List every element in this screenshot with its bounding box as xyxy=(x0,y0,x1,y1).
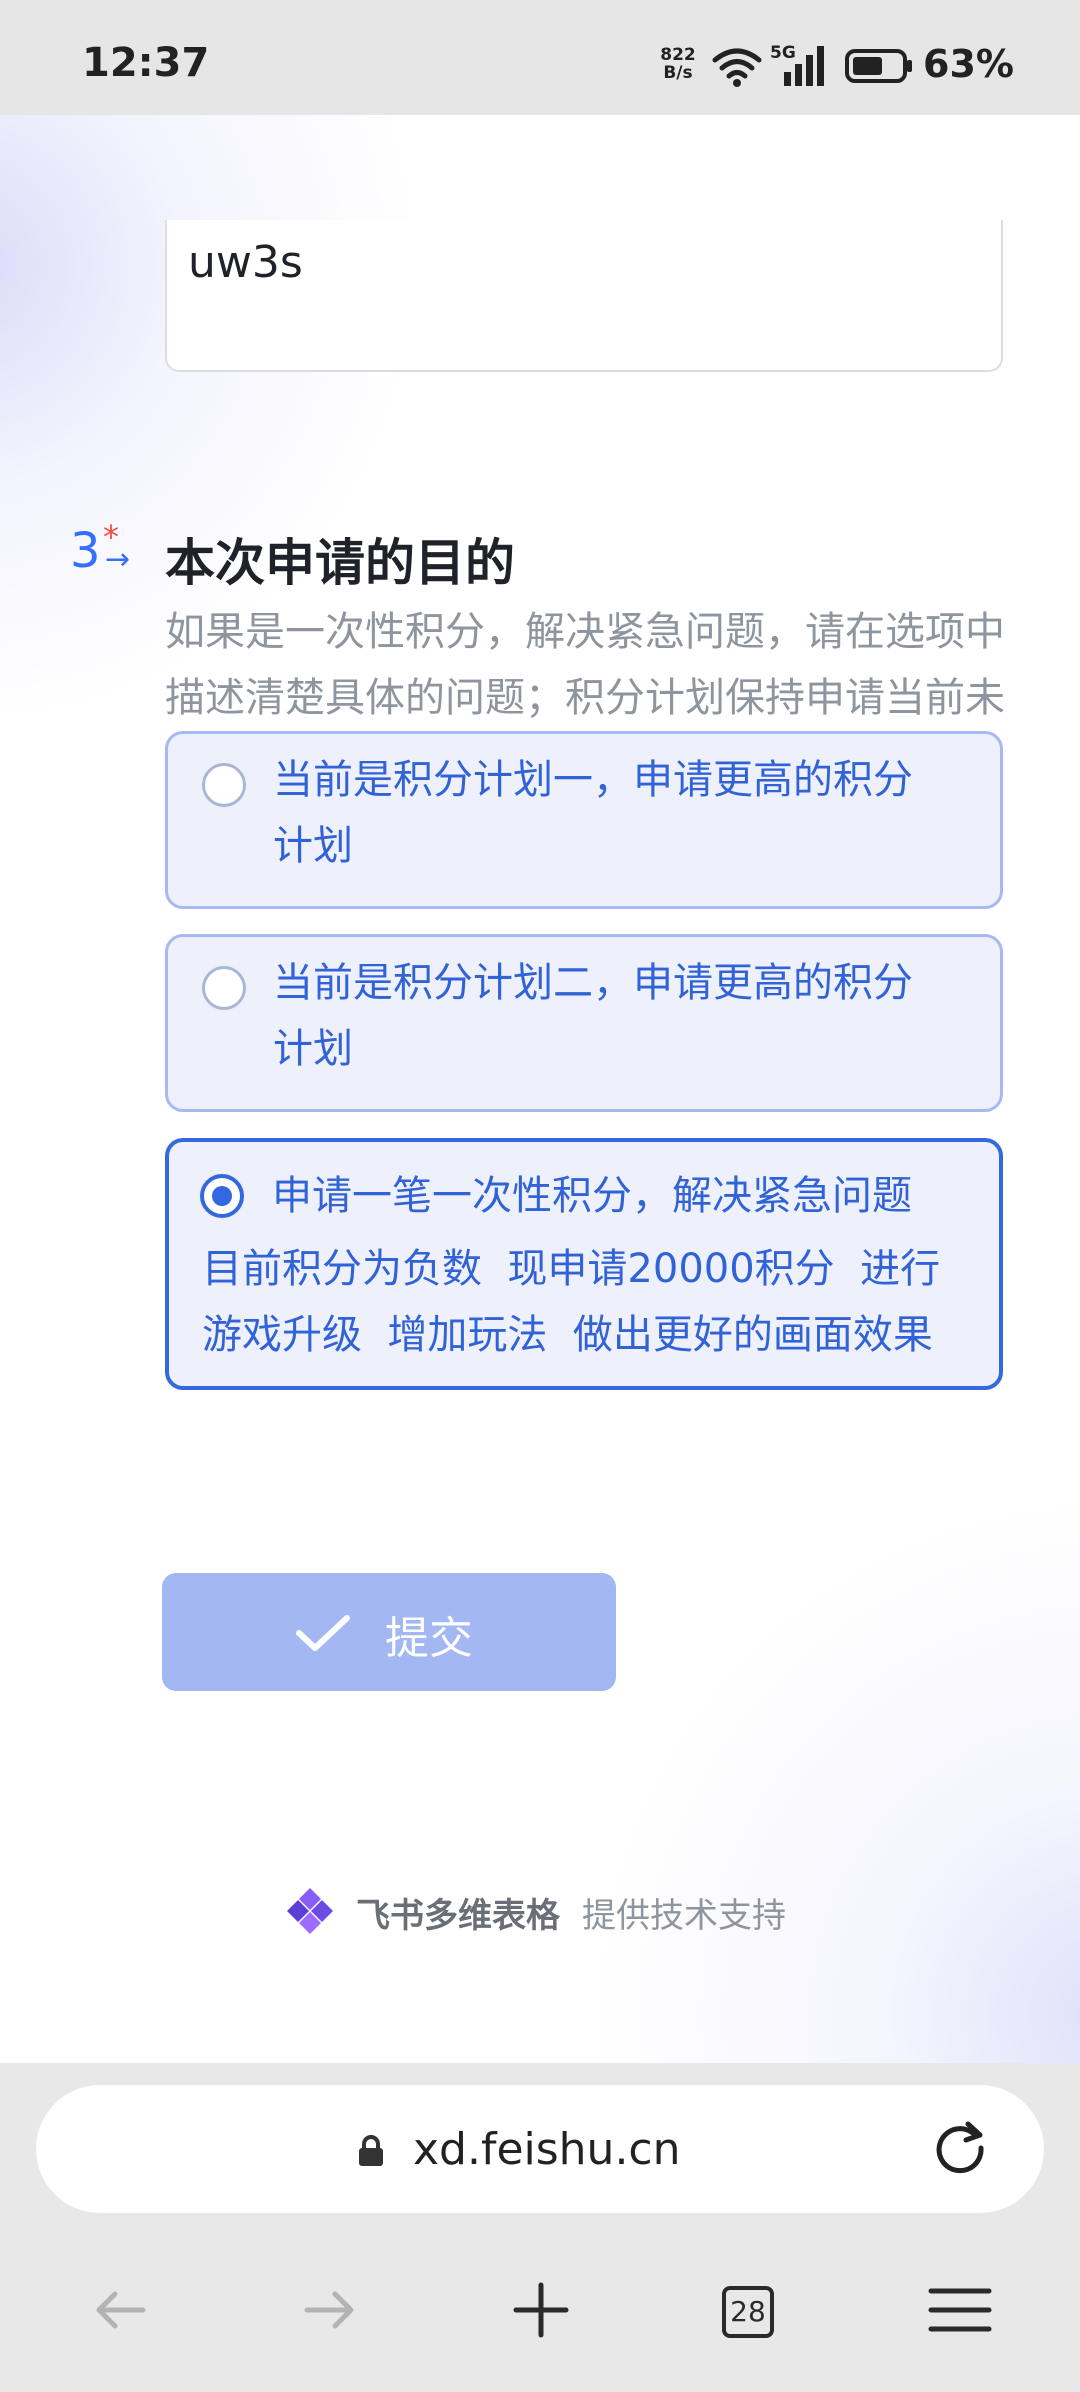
option-label-cont: 计划 xyxy=(273,1026,353,1072)
radio-button-selected[interactable] xyxy=(200,1174,244,1218)
network-type: 5G xyxy=(770,43,796,63)
option-label-cont: 计划 xyxy=(273,823,353,869)
question-number: 3 xyxy=(70,523,101,579)
signal-icon: 5G xyxy=(770,43,824,86)
option-plan-two[interactable]: 当前是积分计划二，申请更高的积分 计划 xyxy=(165,934,1003,1112)
status-time: 12:37 xyxy=(82,40,210,86)
check-icon xyxy=(296,1615,350,1651)
option-detail-text: 目前积分为负数 现申请20000积分 进行 xyxy=(202,1246,941,1292)
tabs-icon[interactable]: 28 xyxy=(722,2286,774,2338)
option-detail-text-cont: 游戏升级 增加玩法 做出更好的画面效果 xyxy=(202,1312,933,1358)
back-icon[interactable] xyxy=(85,2275,155,2345)
network-rate: 822 B/s xyxy=(660,45,696,83)
lock-icon xyxy=(359,2135,383,2166)
submit-label: 提交 xyxy=(385,1613,473,1664)
feishu-logo-icon xyxy=(287,1888,333,1934)
footer-brand[interactable]: 飞书多维表格 xyxy=(356,1888,560,1937)
menu-icon[interactable] xyxy=(925,2275,995,2345)
option-label: 当前是积分计划二，申请更高的积分 xyxy=(273,960,913,1006)
previous-answer-value: uw3s xyxy=(188,237,303,288)
forward-icon[interactable] xyxy=(295,2275,365,2345)
url-text[interactable]: xd.feishu.cn xyxy=(413,2124,681,2175)
option-label: 申请一笔一次性积分，解决紧急问题 xyxy=(272,1173,912,1219)
option-label: 当前是积分计划一，申请更高的积分 xyxy=(273,757,913,803)
reload-icon[interactable] xyxy=(930,2118,990,2178)
footer-text: 提供技术支持 xyxy=(582,1896,786,1936)
radio-button[interactable] xyxy=(202,966,246,1010)
form-page: uw3s 3 * → 本次申请的目的 如果是一次性积分，解决紧急问题，请在选项中… xyxy=(0,115,1080,2063)
question-arrow-icon: → xyxy=(105,542,131,577)
option-one-time-points[interactable]: 申请一笔一次性积分，解决紧急问题 目前积分为负数 现申请20000积分 进行 游… xyxy=(165,1138,1003,1390)
option-plan-one[interactable]: 当前是积分计划一，申请更高的积分 计划 xyxy=(165,731,1003,909)
radio-button[interactable] xyxy=(202,763,246,807)
wifi-icon xyxy=(712,48,762,87)
battery-icon xyxy=(845,49,912,83)
new-tab-icon[interactable] xyxy=(506,2275,576,2345)
battery-percent: 63% xyxy=(923,42,1014,86)
question-title: 本次申请的目的 xyxy=(165,534,515,592)
